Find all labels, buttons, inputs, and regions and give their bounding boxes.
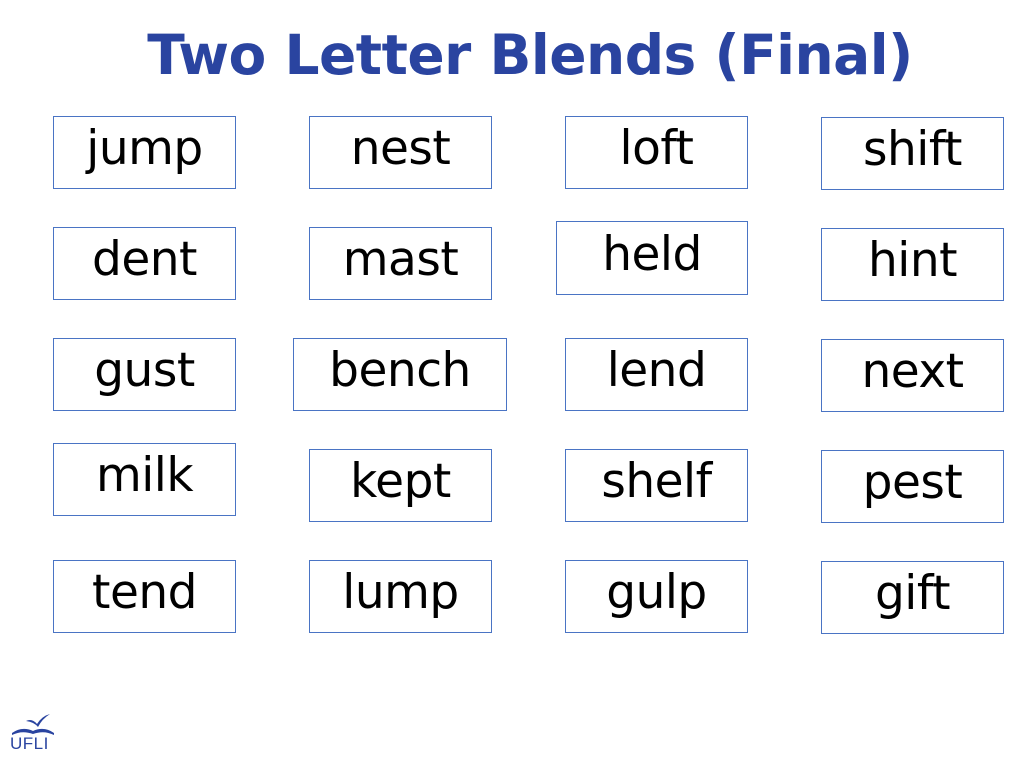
word-card: hint [821, 228, 1004, 301]
word-text: kept [350, 454, 451, 509]
word-text: held [602, 226, 702, 282]
word-text: next [861, 344, 964, 399]
word-card: gift [821, 561, 1004, 634]
word-card: shelf [565, 449, 748, 522]
logo-text: UFLI [10, 734, 49, 753]
word-card: shift [821, 117, 1004, 190]
word-card: dent [53, 227, 236, 300]
word-card: next [821, 339, 1004, 412]
word-text: mast [342, 232, 459, 287]
word-text: nest [350, 121, 451, 176]
word-card: loft [565, 116, 748, 189]
word-card: held [556, 221, 748, 295]
word-card: kept [309, 449, 492, 522]
word-text: lump [342, 565, 459, 620]
word-card: milk [53, 443, 236, 516]
word-text: jump [86, 121, 203, 176]
word-card: bench [293, 338, 507, 411]
word-text: hint [867, 233, 958, 288]
word-text: loft [619, 121, 694, 176]
word-text: gift [874, 566, 951, 621]
word-card: lump [309, 560, 492, 633]
word-card: mast [309, 227, 492, 300]
word-card: nest [309, 116, 492, 189]
word-card: pest [821, 450, 1004, 523]
word-card: gulp [565, 560, 748, 633]
word-card: jump [53, 116, 236, 189]
word-text: gulp [606, 565, 707, 620]
word-text: shelf [601, 454, 712, 509]
page-title: Two Letter Blends (Final) [147, 23, 913, 87]
word-card: tend [53, 560, 236, 633]
word-text: gust [94, 343, 195, 398]
word-card: gust [53, 338, 236, 411]
word-text: pest [862, 455, 963, 510]
word-card: lend [565, 338, 748, 411]
word-text: dent [92, 232, 197, 287]
word-text: milk [95, 448, 194, 503]
word-text: lend [606, 343, 707, 398]
word-text: bench [329, 343, 471, 398]
word-text: tend [92, 565, 197, 620]
word-text: shift [863, 122, 962, 177]
